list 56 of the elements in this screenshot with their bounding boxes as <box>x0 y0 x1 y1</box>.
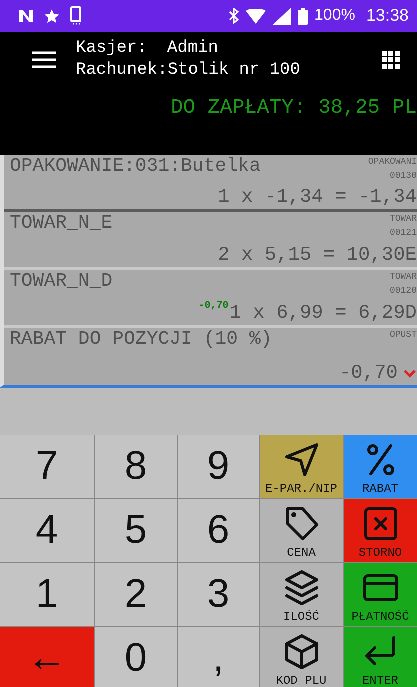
item-total: -0,70 <box>339 361 398 385</box>
item-type: TOWAR <box>390 271 417 284</box>
discount-amount: -0,70 <box>198 301 229 312</box>
cube-icon <box>282 633 320 671</box>
bluetooth-icon <box>228 8 239 24</box>
paper-plane-icon <box>282 441 320 479</box>
item-total: 1 x 6,99 = 6,29D <box>230 301 417 325</box>
layers-icon <box>282 569 320 607</box>
battery-icon <box>298 8 308 24</box>
item-total: 1 x -1,34 = -1,34 <box>218 185 417 209</box>
bill-name: Stolik nr 100 <box>168 61 300 80</box>
amount-due: DO ZAPŁATY: 38,25 PL <box>170 97 417 120</box>
keypad-key[interactable]: 6 <box>178 499 259 562</box>
wifi-icon <box>246 8 266 24</box>
keypad-key[interactable]: 8 <box>95 435 177 498</box>
keypad-key[interactable]: E-PAR./NIP <box>260 435 343 498</box>
clock-time: 13:38 <box>366 6 409 26</box>
keypad-key[interactable]: 1 <box>0 563 94 626</box>
keypad-key[interactable]: CENA <box>260 499 343 562</box>
phone-icon <box>70 6 82 26</box>
keypad-key[interactable]: KOD PLU <box>260 627 343 687</box>
keypad-key[interactable]: RABAT <box>344 435 417 498</box>
item-name: TOWAR_N_E <box>10 212 113 234</box>
cashier-label: Kasjer: <box>76 39 148 58</box>
x-box-icon <box>362 505 400 543</box>
item-type: OPAKOWANI <box>368 156 417 169</box>
item-name: TOWAR_N_D <box>10 270 113 292</box>
keypad-key[interactable]: STORNO <box>344 499 417 562</box>
star-icon <box>44 8 60 24</box>
keypad-key[interactable]: 0 <box>95 627 177 687</box>
keypad-key[interactable]: 9 <box>178 435 259 498</box>
item-name: OPAKOWANIE:031:Butelka <box>10 155 261 177</box>
signal-icon <box>272 8 291 24</box>
item-code: 00130 <box>390 170 417 183</box>
item-type: TOWAR <box>390 213 417 226</box>
item-type: OPUST <box>390 329 417 342</box>
battery-percent: 100% <box>314 7 356 25</box>
keypad-key[interactable]: ← <box>0 627 94 687</box>
cashier-name: Admin <box>167 39 218 58</box>
keypad-key[interactable]: 5 <box>95 499 177 562</box>
n-letter-icon <box>18 9 34 23</box>
keypad-key[interactable]: PŁATNOŚĆ <box>344 563 417 626</box>
keypad-key[interactable]: 2 <box>95 563 177 626</box>
keypad-key[interactable]: , <box>178 627 259 687</box>
keypad-key[interactable]: 3 <box>178 563 259 626</box>
keypad-key[interactable]: ILOŚĆ <box>260 563 343 626</box>
keypad-key[interactable]: ENTER <box>344 627 417 687</box>
item-code: 00120 <box>390 285 417 298</box>
item-name: RABAT DO POZYCJI (10 %) <box>10 328 272 350</box>
menu-icon[interactable] <box>32 51 56 69</box>
bill-label: Rachunek: <box>76 61 168 80</box>
item-code: 00121 <box>390 227 417 240</box>
keypad-key[interactable]: 4 <box>0 499 94 562</box>
keypad-key[interactable]: 7 <box>0 435 94 498</box>
item-total: 2 x 5,15 = 10,30E <box>218 243 417 267</box>
grid-icon[interactable] <box>382 51 400 69</box>
